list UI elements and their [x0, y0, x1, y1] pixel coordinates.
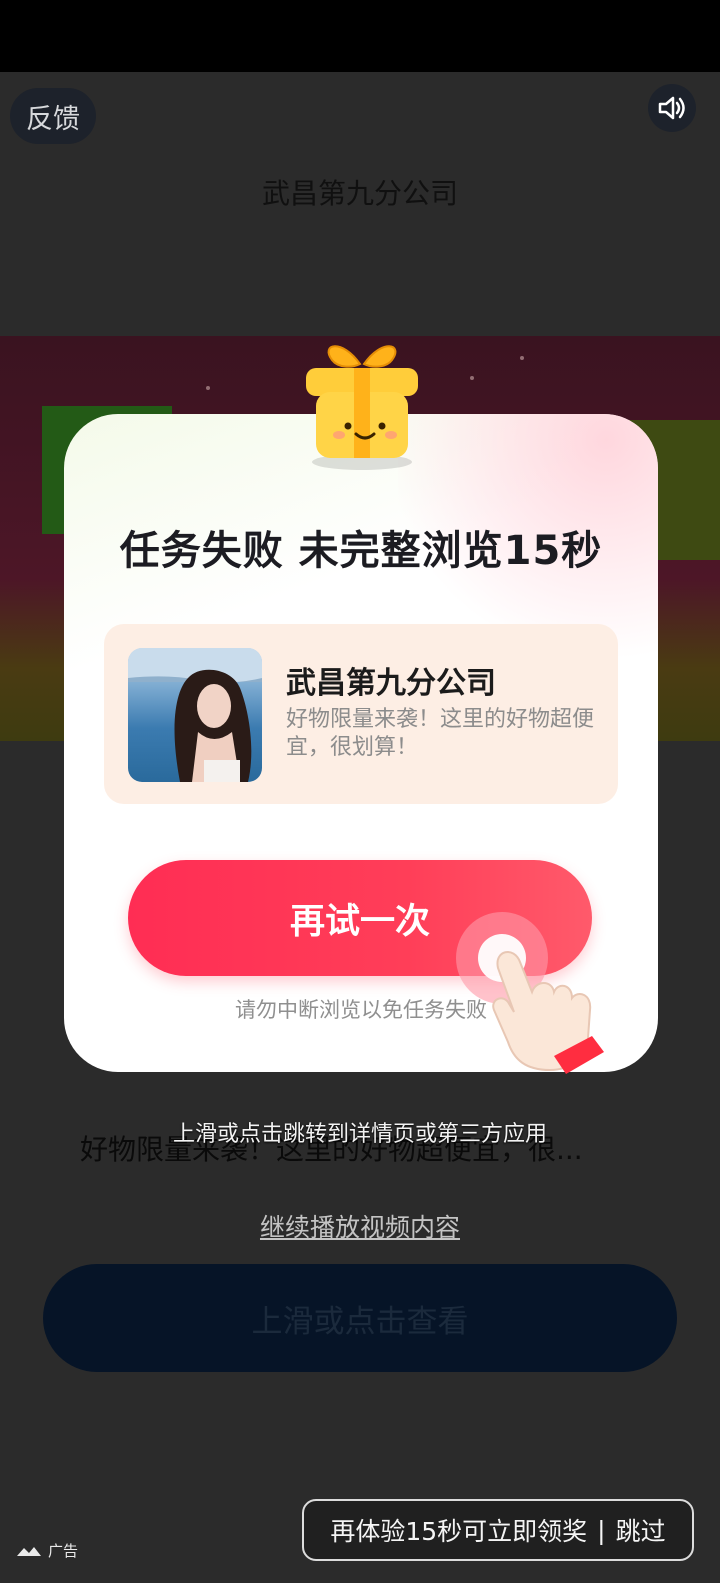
background-title: 武昌第九分公司	[261, 177, 458, 210]
dialog-title: 任务失败 未完整浏览15秒	[119, 528, 603, 574]
advertiser-name: 武昌第九分公司	[286, 666, 496, 701]
retry-label: 再试一次	[289, 901, 430, 942]
skip-separator: |	[597, 1515, 606, 1545]
gift-icon	[306, 345, 418, 470]
swipe-hint: 上滑或点击跳转到详情页或第三方应用	[172, 1122, 547, 1147]
ad-thumbnail	[128, 648, 262, 782]
skip-label: 跳过	[615, 1517, 666, 1546]
ad-info-card[interactable]: 武昌第九分公司 好物限量来袭！这里的好物超便宜，很划算！	[104, 624, 618, 804]
pointing-hand-icon	[456, 912, 604, 1074]
status-bar	[0, 0, 720, 72]
skip-button[interactable]: 再体验15秒可立即领奖 | 跳过	[302, 1499, 694, 1561]
skip-reward-text: 再体验15秒可立即领奖	[330, 1517, 588, 1546]
ad-description: 好物限量来袭！这里的好物超便宜，很划算！	[286, 707, 595, 760]
view-details-button[interactable]: 上滑或点击查看	[43, 1264, 677, 1372]
speaker-icon	[658, 96, 685, 120]
feedback-button[interactable]: 反馈	[10, 88, 96, 144]
ad-logo-icon	[17, 1546, 41, 1556]
sound-toggle-button[interactable]	[648, 84, 696, 132]
feedback-label: 反馈	[26, 103, 80, 135]
continue-video-link[interactable]: 继续播放视频内容	[0, 1208, 720, 1244]
ad-badge: 广告	[16, 1540, 78, 1561]
